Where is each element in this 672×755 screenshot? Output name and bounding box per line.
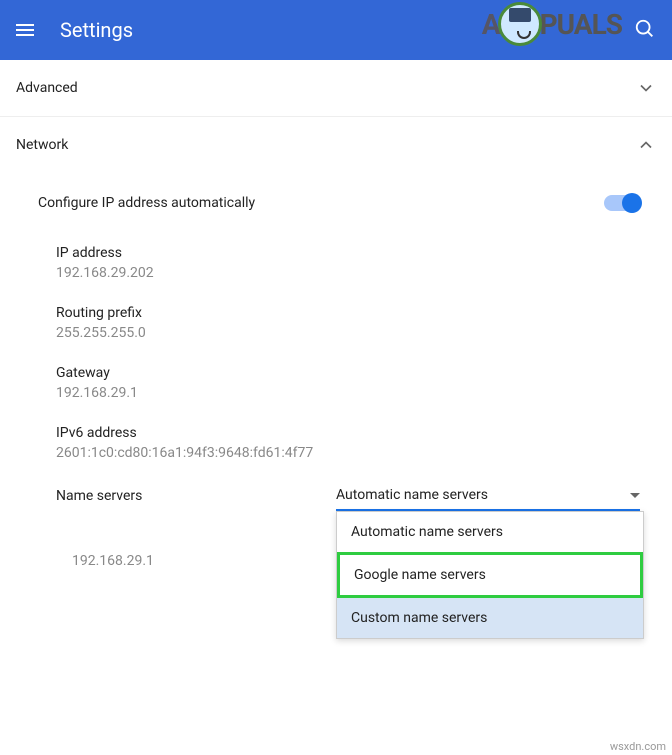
section-network[interactable]: Network: [0, 117, 672, 173]
dropdown-option-google[interactable]: Google name servers: [337, 552, 643, 598]
routing-prefix-label: Routing prefix: [56, 305, 656, 321]
section-advanced[interactable]: Advanced: [0, 60, 672, 117]
chevron-down-icon: [636, 78, 656, 98]
dropdown-selected[interactable]: Automatic name servers: [336, 481, 640, 511]
configure-auto-label: Configure IP address automatically: [38, 195, 255, 211]
watermark-text: wsxdn.com: [610, 740, 666, 753]
field-ipv6-address: IPv6 address 2601:1c0:cd80:16a1:94f3:964…: [16, 413, 656, 473]
field-gateway: Gateway 192.168.29.1: [16, 353, 656, 413]
ip-address-label: IP address: [56, 245, 656, 261]
page-title: Settings: [60, 18, 133, 42]
appuals-logo: A PUALS: [482, 2, 622, 46]
menu-icon[interactable]: [16, 18, 40, 42]
dropdown-selected-text: Automatic name servers: [336, 487, 488, 503]
configure-auto-switch[interactable]: [604, 195, 640, 211]
section-advanced-label: Advanced: [16, 80, 78, 96]
routing-prefix-value: 255.255.255.0: [56, 325, 656, 341]
section-network-label: Network: [16, 137, 68, 153]
dropdown-arrow-icon: [630, 493, 640, 498]
dropdown-menu: Automatic name servers Google name serve…: [336, 511, 644, 639]
search-icon[interactable]: [634, 18, 656, 44]
network-content: Configure IP address automatically IP ad…: [0, 173, 672, 569]
ipv6-address-label: IPv6 address: [56, 425, 656, 441]
gateway-value: 192.168.29.1: [56, 385, 656, 401]
gateway-label: Gateway: [56, 365, 656, 381]
field-routing-prefix: Routing prefix 255.255.255.0: [16, 293, 656, 353]
app-header: Settings A PUALS: [0, 0, 672, 60]
field-ip-address: IP address 192.168.29.202: [16, 233, 656, 293]
chevron-up-icon: [636, 135, 656, 155]
ip-address-value: 192.168.29.202: [56, 265, 656, 281]
ipv6-address-value: 2601:1c0:cd80:16a1:94f3:9648:fd61:4f77: [56, 445, 656, 461]
logo-face-icon: [498, 2, 542, 46]
nameservers-label: Name servers: [56, 488, 336, 504]
configure-auto-row: Configure IP address automatically: [16, 173, 656, 233]
nameservers-row: Name servers Automatic name servers Auto…: [16, 473, 656, 511]
dropdown-option-custom[interactable]: Custom name servers: [337, 598, 643, 638]
nameservers-dropdown[interactable]: Automatic name servers Automatic name se…: [336, 481, 640, 511]
dropdown-option-automatic[interactable]: Automatic name servers: [337, 512, 643, 552]
